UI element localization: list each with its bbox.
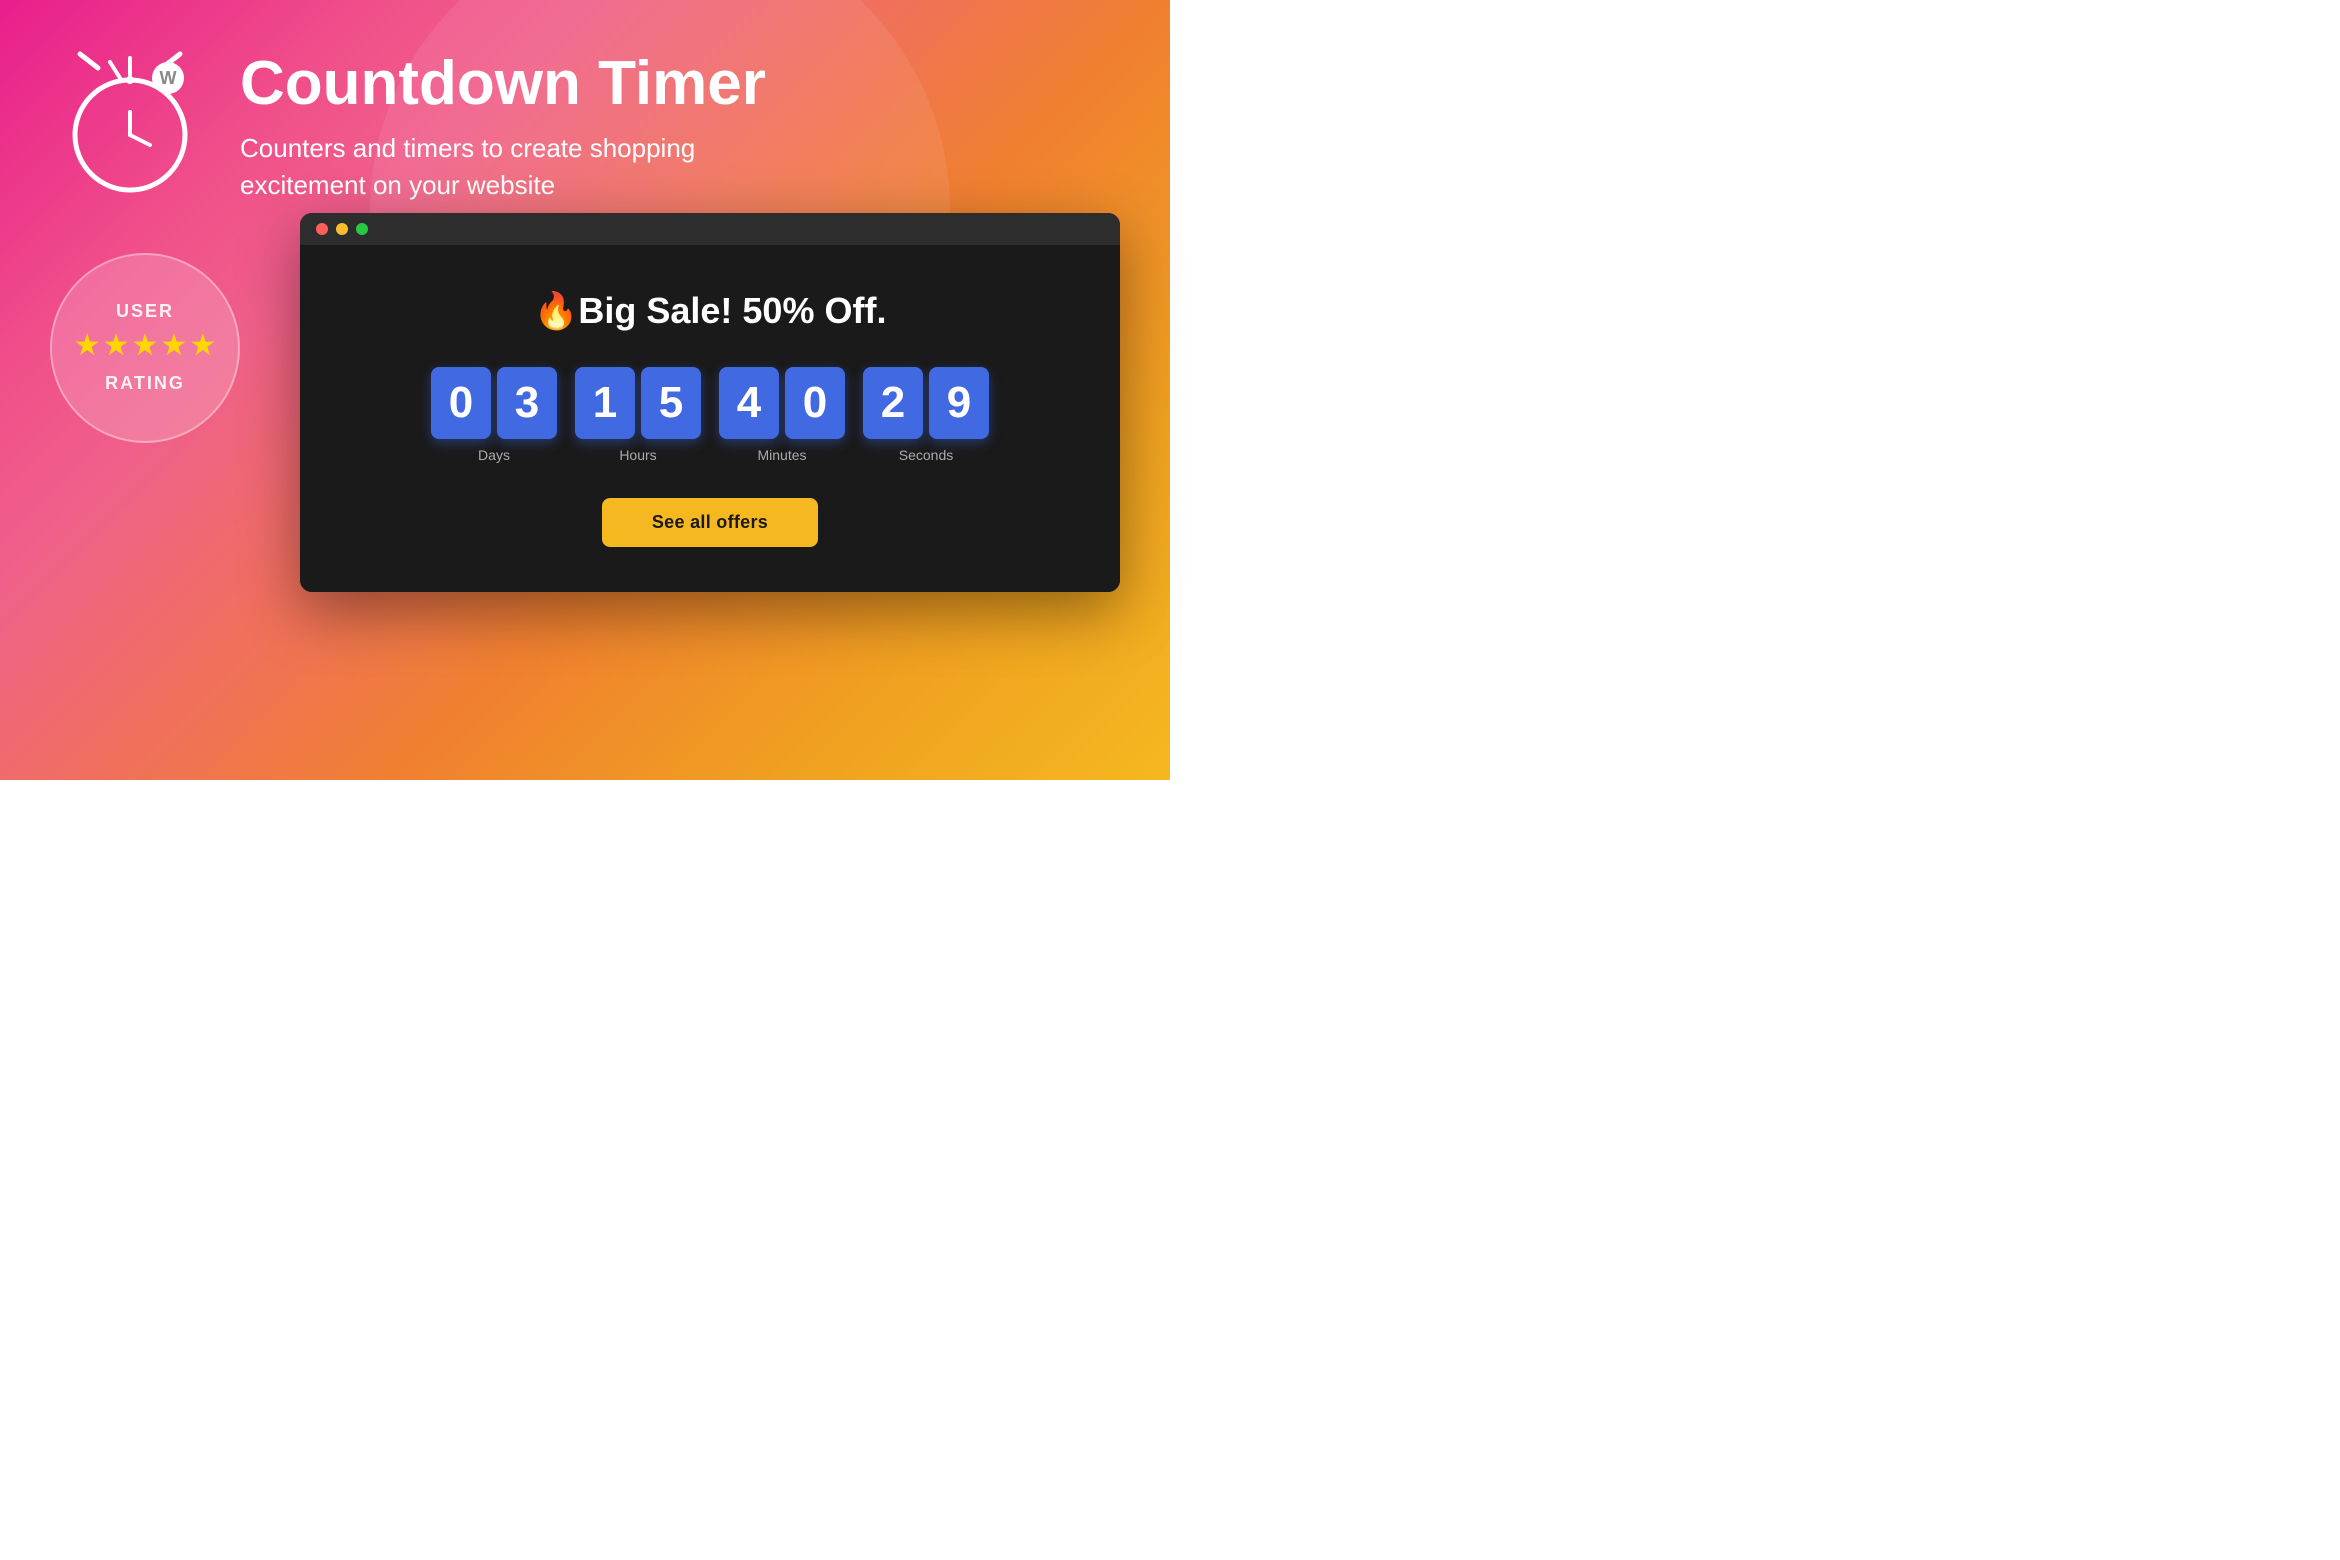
user-label: USER	[116, 301, 174, 322]
browser-dot-green	[356, 223, 368, 235]
sale-heading: 🔥Big Sale! 50% Off.	[534, 290, 887, 332]
browser-bar	[300, 213, 1120, 245]
hours-digit-2: 5	[641, 367, 701, 439]
background: W Countdown Timer Counters and timers to…	[0, 0, 1170, 780]
browser-dot-red	[316, 223, 328, 235]
star-4: ★	[160, 328, 187, 363]
minutes-digit-1: 4	[719, 367, 779, 439]
hours-digit-1: 1	[575, 367, 635, 439]
rating-label: RATING	[105, 373, 185, 394]
browser-dot-yellow	[336, 223, 348, 235]
star-3: ★	[132, 328, 159, 363]
star-5: ★	[189, 328, 216, 363]
header-text: Countdown Timer Counters and timers to c…	[240, 40, 766, 203]
hours-label: Hours	[619, 447, 656, 463]
header-section: W Countdown Timer Counters and timers to…	[50, 40, 1120, 203]
stars-row: ★ ★ ★ ★ ★	[74, 328, 217, 363]
seconds-tiles: 2 9	[863, 367, 989, 439]
minutes-digit-2: 0	[785, 367, 845, 439]
page-subtitle: Counters and timers to create shopping e…	[240, 130, 720, 203]
timer-icon: W	[50, 40, 210, 200]
browser-mockup: 🔥Big Sale! 50% Off. 0 3 Days 1	[300, 213, 1120, 592]
star-1: ★	[74, 328, 101, 363]
countdown-days: 0 3 Days	[431, 367, 557, 463]
countdown-hours: 1 5 Hours	[575, 367, 701, 463]
days-label: Days	[478, 447, 510, 463]
countdown-seconds: 2 9 Seconds	[863, 367, 989, 463]
days-tiles: 0 3	[431, 367, 557, 439]
minutes-tiles: 4 0	[719, 367, 845, 439]
seconds-label: Seconds	[899, 447, 953, 463]
page-title: Countdown Timer	[240, 50, 766, 118]
rating-badge: USER ★ ★ ★ ★ ★ RATING	[50, 253, 240, 443]
days-digit-2: 3	[497, 367, 557, 439]
lower-section: USER ★ ★ ★ ★ ★ RATING 🔥Big Sale! 50% Off…	[50, 233, 1120, 592]
sale-icon: 🔥	[534, 290, 579, 331]
minutes-label: Minutes	[757, 447, 806, 463]
svg-text:W: W	[160, 68, 177, 88]
countdown-row: 0 3 Days 1 5 Hours	[431, 367, 989, 463]
countdown-minutes: 4 0 Minutes	[719, 367, 845, 463]
seconds-digit-1: 2	[863, 367, 923, 439]
seconds-digit-2: 9	[929, 367, 989, 439]
star-2: ★	[103, 328, 130, 363]
see-all-offers-button[interactable]: See all offers	[602, 498, 818, 547]
days-digit-1: 0	[431, 367, 491, 439]
browser-content: 🔥Big Sale! 50% Off. 0 3 Days 1	[300, 245, 1120, 592]
hours-tiles: 1 5	[575, 367, 701, 439]
sale-text: Big Sale! 50% Off.	[578, 290, 886, 331]
